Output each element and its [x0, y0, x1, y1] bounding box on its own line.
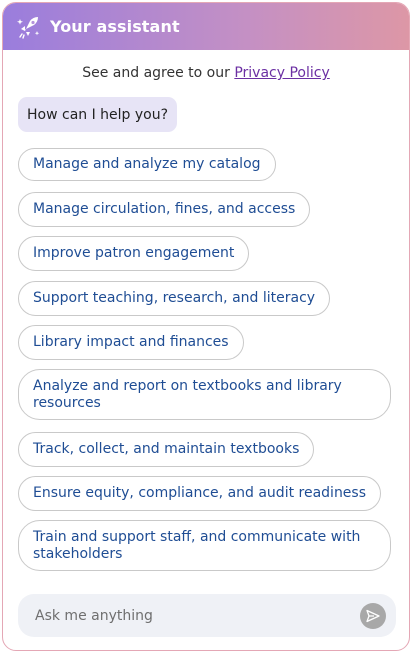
suggestion-chip[interactable]: Ensure equity, compliance, and audit rea… [18, 476, 382, 511]
privacy-notice: See and agree to our Privacy Policy [3, 65, 409, 81]
privacy-prefix: See and agree to our [82, 65, 235, 81]
suggestion-chip[interactable]: Manage circulation, fines, and access [18, 192, 311, 227]
assistant-panel: Your assistant See and agree to our Priv… [2, 2, 410, 651]
message-composer [18, 594, 396, 637]
send-icon[interactable] [360, 603, 386, 629]
ask-input[interactable] [33, 606, 347, 625]
suggestion-chip[interactable]: Manage and analyze my catalog [18, 148, 276, 181]
rocket-sparkle-icon [16, 14, 42, 40]
assistant-header: Your assistant [3, 3, 409, 50]
greeting-message: How can I help you? [18, 97, 178, 132]
suggestion-chip[interactable]: Track, collect, and maintain textbooks [18, 432, 315, 467]
suggestion-chip[interactable]: Support teaching, research, and literacy [18, 281, 331, 316]
suggestion-chip[interactable]: Train and support staff, and communicate… [18, 520, 391, 571]
suggestion-chip[interactable]: Improve patron engagement [18, 236, 250, 271]
suggestion-chip[interactable]: Library impact and finances [18, 325, 244, 360]
assistant-title: Your assistant [50, 17, 180, 36]
suggestion-chip[interactable]: Analyze and report on textbooks and libr… [18, 369, 391, 420]
privacy-policy-link[interactable]: Privacy Policy [234, 65, 329, 81]
